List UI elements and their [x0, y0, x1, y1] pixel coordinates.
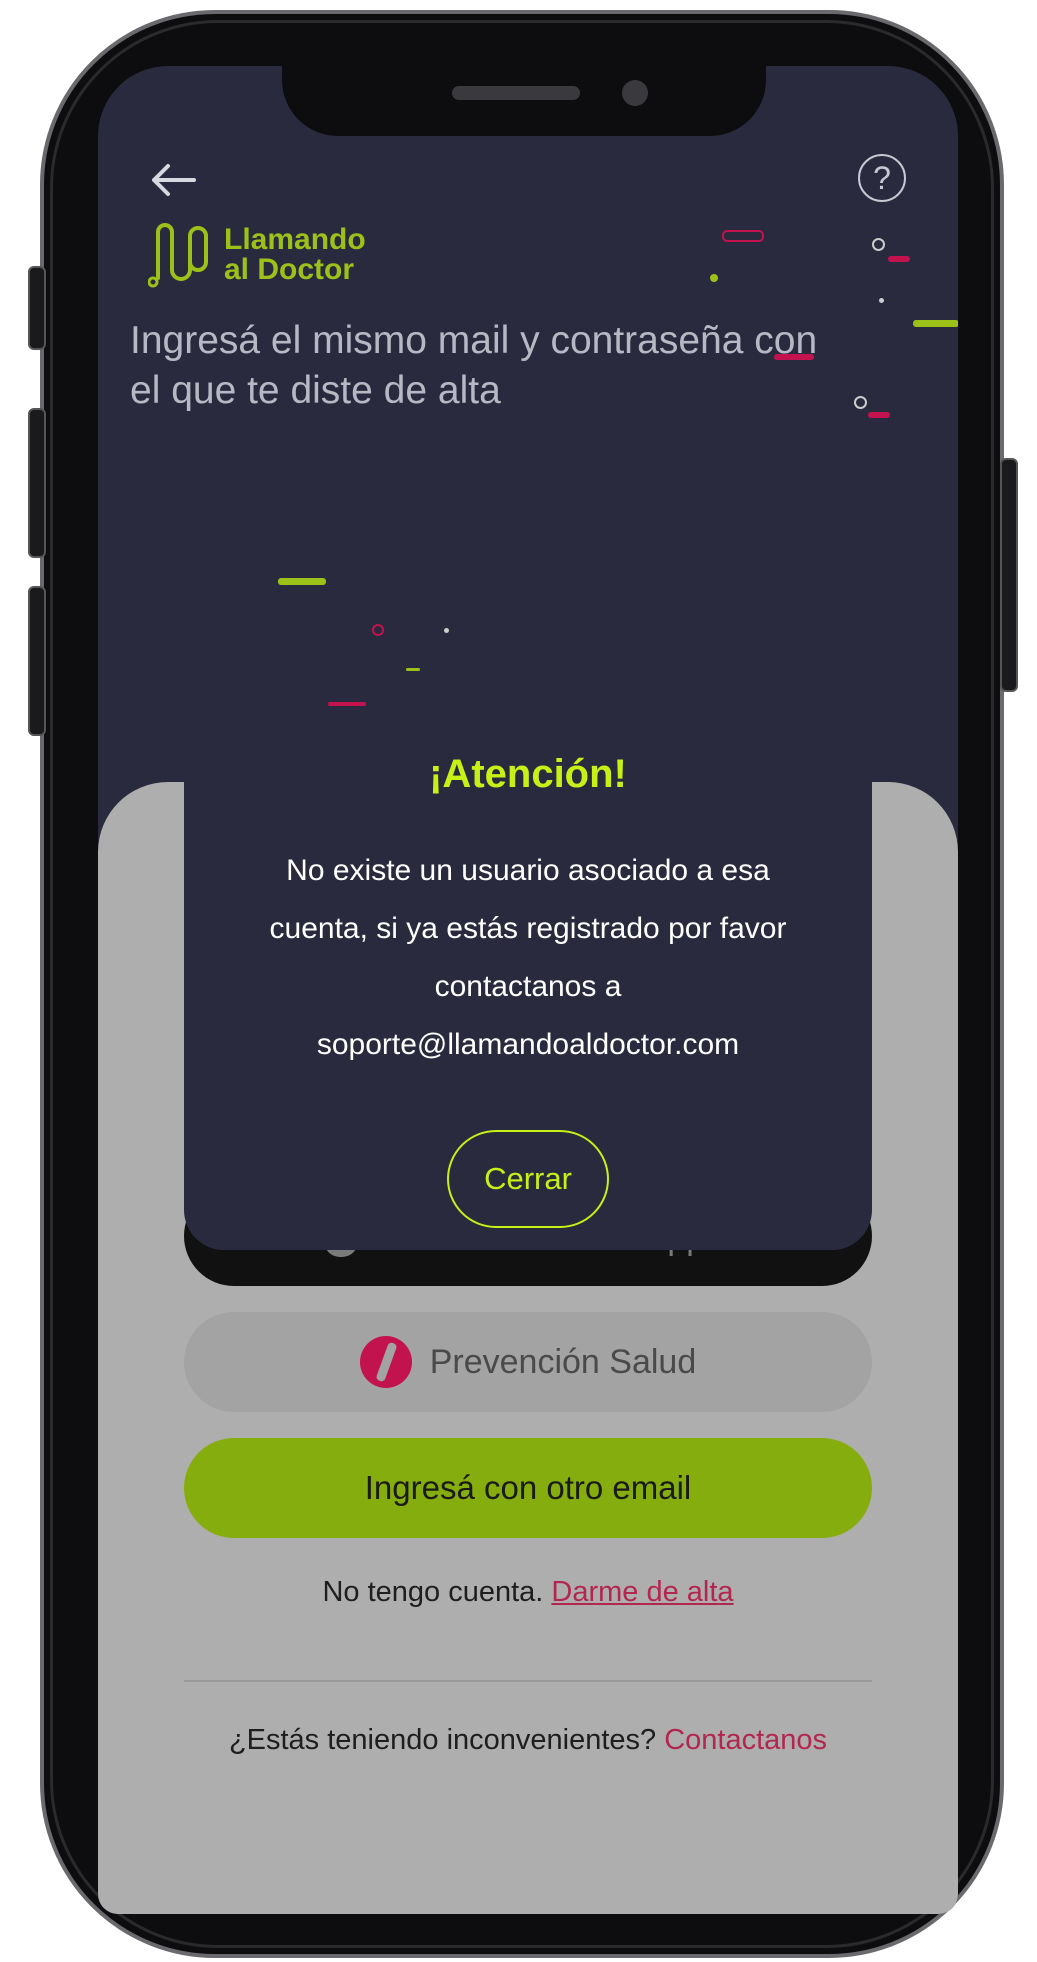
volume-down-button: [28, 586, 46, 736]
confetti-decoration: [406, 668, 420, 671]
confetti-decoration: [722, 230, 764, 242]
power-button: [1000, 458, 1018, 692]
app-screen: ? Llamando al Doctor Ingresá el mismo ma…: [98, 66, 958, 1914]
front-camera: [622, 80, 648, 106]
prevencion-salud-logo-icon: [359, 1336, 412, 1388]
attention-modal: ¡Atención! No existe un usuario asociado…: [184, 708, 872, 1250]
stethoscope-logo-icon: [148, 223, 208, 288]
trouble-text: ¿Estás teniendo inconvenientes?: [228, 1724, 665, 1756]
speaker-grille: [452, 86, 580, 100]
confetti-decoration: [372, 624, 384, 636]
confetti-decoration: [710, 274, 718, 282]
no-account-row: No tengo cuenta. Darme de alta: [98, 1576, 958, 1609]
logo-wordmark: Llamando al Doctor: [224, 225, 366, 285]
confetti-decoration: [879, 298, 884, 303]
app-logo: Llamando al Doctor: [148, 222, 366, 288]
mute-switch: [28, 266, 46, 350]
logo-line-2: al Doctor: [224, 253, 355, 286]
close-modal-button[interactable]: Cerrar: [447, 1130, 609, 1228]
volume-up-button: [28, 408, 46, 558]
confetti-decoration: [854, 396, 867, 409]
confetti-decoration: [913, 320, 958, 327]
modal-message: No existe un usuario asociado a esa cuen…: [269, 854, 787, 1061]
other-email-button[interactable]: Ingresá con otro email: [184, 1438, 872, 1538]
confetti-decoration: [872, 238, 885, 251]
logo-line-1: Llamando: [224, 223, 366, 256]
divider: [184, 1680, 872, 1682]
confetti-decoration: [888, 256, 910, 262]
confetti-decoration: [444, 628, 449, 633]
back-arrow-icon[interactable]: [148, 160, 198, 200]
confetti-decoration: [278, 578, 326, 585]
no-account-text: No tengo cuenta.: [322, 1576, 552, 1608]
modal-title: ¡Atención!: [429, 752, 627, 796]
confetti-decoration: [328, 702, 366, 706]
support-row: ¿Estás teniendo inconvenientes? Contacta…: [98, 1724, 958, 1757]
prevencion-salud-button[interactable]: Prevención Salud: [184, 1312, 872, 1412]
phone-notch: [282, 60, 766, 136]
signup-link[interactable]: Darme de alta: [551, 1576, 733, 1608]
prevencion-salud-label: Prevención Salud: [429, 1342, 697, 1381]
confetti-decoration: [774, 354, 814, 360]
contact-link[interactable]: Contactanos: [664, 1724, 827, 1756]
confetti-decoration: [868, 412, 890, 418]
help-icon[interactable]: ?: [858, 154, 906, 202]
page-subtitle: Ingresá el mismo mail y contraseña con e…: [130, 319, 818, 412]
